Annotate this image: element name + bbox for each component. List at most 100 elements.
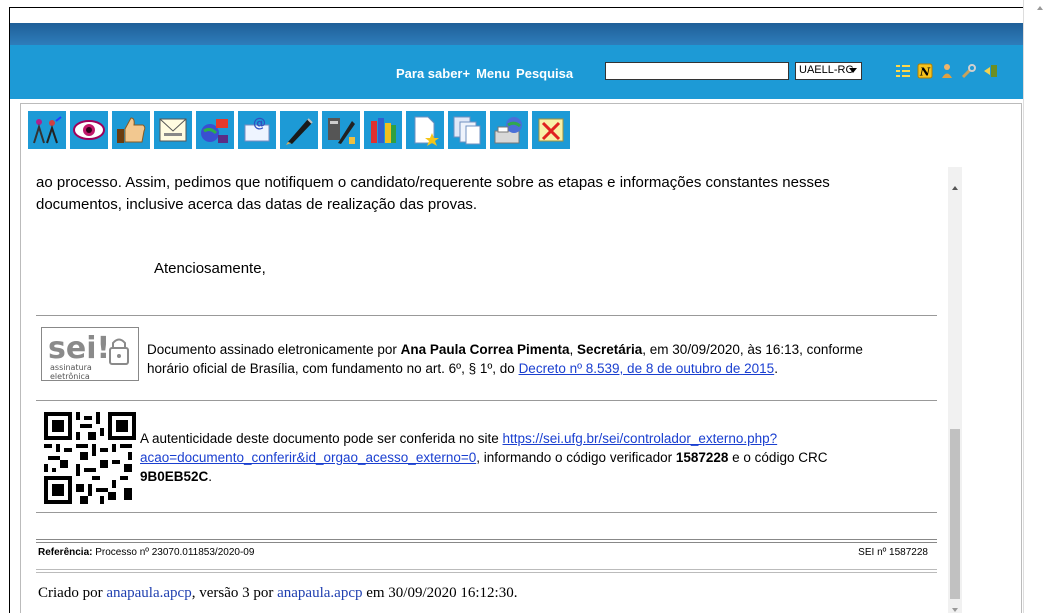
send-globe-button[interactable] [195,110,235,150]
closing-text: Atenciosamente, [154,260,266,277]
scroll-down-arrow-icon[interactable] [952,608,958,612]
nav-link-para-saber[interactable]: Para saber+ [396,66,470,81]
signature-date: , em 30/09/2020, às 16:13, conforme [642,342,863,357]
svg-text:N: N [919,66,931,79]
creator-user-link[interactable]: anapaula.apcp [106,585,191,601]
sei-number: SEI nº 1587228 [858,547,928,558]
scroll-up-arrow-icon[interactable] [952,186,958,190]
signature-text: Documento assinado eletronicamente por A… [147,340,947,378]
divider [36,569,937,570]
eye-icon [73,120,105,140]
document-body: ao processo. Assim, pedimos que notifiqu… [21,167,948,613]
svg-text:@: @ [253,116,266,131]
process-people-icon [33,116,62,144]
version-text: , versão 3 por [191,585,278,601]
search-input[interactable] [605,62,789,80]
new-document-star-icon [414,116,439,146]
pen-sign-icon [286,118,313,145]
crc-code: 9B0EB52C [140,469,209,484]
nav-link-pesquisa[interactable]: Pesquisa [516,66,573,81]
authenticity-prefix: A autenticidade deste documento pode ser… [140,431,503,446]
svg-text:eletrônica: eletrônica [50,371,90,381]
envelope-print-icon [159,118,187,142]
scroll-up-arrow-icon[interactable] [1037,6,1043,10]
divider [36,512,937,513]
authenticity-end: . [208,469,213,484]
created-by-line: Criado por anapaula.apcp, versão 3 por a… [38,585,517,602]
divider [36,400,937,401]
cancel-document-icon [538,118,564,142]
globe-send-icon [201,119,228,143]
chevron-down-icon [849,68,857,73]
signature-end: . [774,361,778,376]
authenticity-text: A autenticidade deste documento pode ser… [140,429,920,486]
reference-process: Processo nº 23070.011853/2020-09 [92,547,255,558]
new-document-button[interactable] [405,110,445,150]
signature-block-button[interactable] [321,110,361,150]
books-icon [371,118,396,143]
navigation-bar: Para saber+ Menu Pesquisa UAELL-RC N [10,45,1023,99]
list-icon[interactable] [895,63,911,79]
decree-link[interactable]: Decreto nº 8.539, de 8 de outubro de 201… [519,361,775,376]
top-banner [10,23,1023,45]
window-side-strip [1023,0,1049,613]
reference-line: Referência: Processo nº 23070.011853/202… [38,547,928,558]
paragraph-line-2: documentos, inclusive acerca das datas d… [36,196,478,213]
signature-legal-text: horário oficial de Brasília, com fundame… [147,361,519,376]
paragraph-line-1: ao processo. Assim, pedimos que notifiqu… [36,174,830,191]
authenticity-crc-label: e o código CRC [728,450,828,465]
scanner-globe-icon [494,117,522,144]
qr-code-icon [44,412,136,504]
library-button[interactable] [363,110,403,150]
divider [36,542,937,543]
version-user-link[interactable]: anapaula.apcp [277,585,362,601]
unit-select[interactable]: UAELL-RC [795,62,862,80]
document-frame: @ ao processo. Assim, pedimos que notifi… [20,103,1022,613]
wrench-icon[interactable] [961,63,977,79]
svg-text:assinatura: assinatura [50,363,92,372]
signer-role: Secretária [576,342,643,357]
email-at-icon: @ [244,116,270,142]
copy-button[interactable] [447,110,487,150]
body-paragraph: ao processo. Assim, pedimos que notifiqu… [36,172,936,216]
thumbs-up-icon [117,117,146,143]
unit-select-value: UAELL-RC [799,64,854,76]
approve-button[interactable] [111,110,151,150]
created-prefix: Criado por [38,585,107,601]
reference-label: Referência: [38,547,93,558]
verification-link-line-2[interactable]: acao=documento_conferir&id_orgao_acesso_… [140,450,476,465]
nav-link-menu[interactable]: Menu [476,66,510,81]
signer-name: Ana Paula Correa Pimenta [400,342,570,357]
signature-prefix: Documento assinado eletronicamente por [147,342,401,357]
email-button[interactable]: @ [237,110,277,150]
notes-n-icon[interactable]: N [917,63,933,79]
copy-pages-icon [453,116,481,145]
user-icon[interactable] [939,63,955,79]
envelope-print-button[interactable] [153,110,193,150]
scan-button[interactable] [489,110,529,150]
authenticity-block: A autenticidade deste documento pode ser… [41,412,941,504]
cancel-document-button[interactable] [531,110,571,150]
nav-icon-group: N [895,63,999,79]
app-window: Para saber+ Menu Pesquisa UAELL-RC N @ a… [9,7,1023,613]
process-people-button[interactable] [27,110,67,150]
view-button[interactable] [69,110,109,150]
verification-link-line-1[interactable]: https://sei.ufg.br/sei/controlador_exter… [503,431,778,446]
divider [36,539,937,540]
signature-separator: , [569,342,577,357]
exit-icon[interactable] [983,63,999,79]
svg-text:sei!: sei! [48,331,110,366]
scrollbar-thumb[interactable] [950,429,960,599]
divider [36,315,937,316]
authenticity-middle: , informando o código verificador [476,450,676,465]
verification-code: 1587228 [675,450,729,465]
sei-signature-logo: sei! assinatura eletrônica [41,327,139,381]
nav-links: Para saber+ Menu Pesquisa [396,66,573,81]
document-scrollbar[interactable] [948,167,962,613]
created-datetime: em 30/09/2020 16:12:30. [362,585,518,601]
document-toolbar: @ [27,110,571,150]
divider [36,572,937,573]
signature-block-icon [328,118,355,144]
signature-block: sei! assinatura eletrônica Documento ass… [41,327,941,387]
sign-button[interactable] [279,110,319,150]
